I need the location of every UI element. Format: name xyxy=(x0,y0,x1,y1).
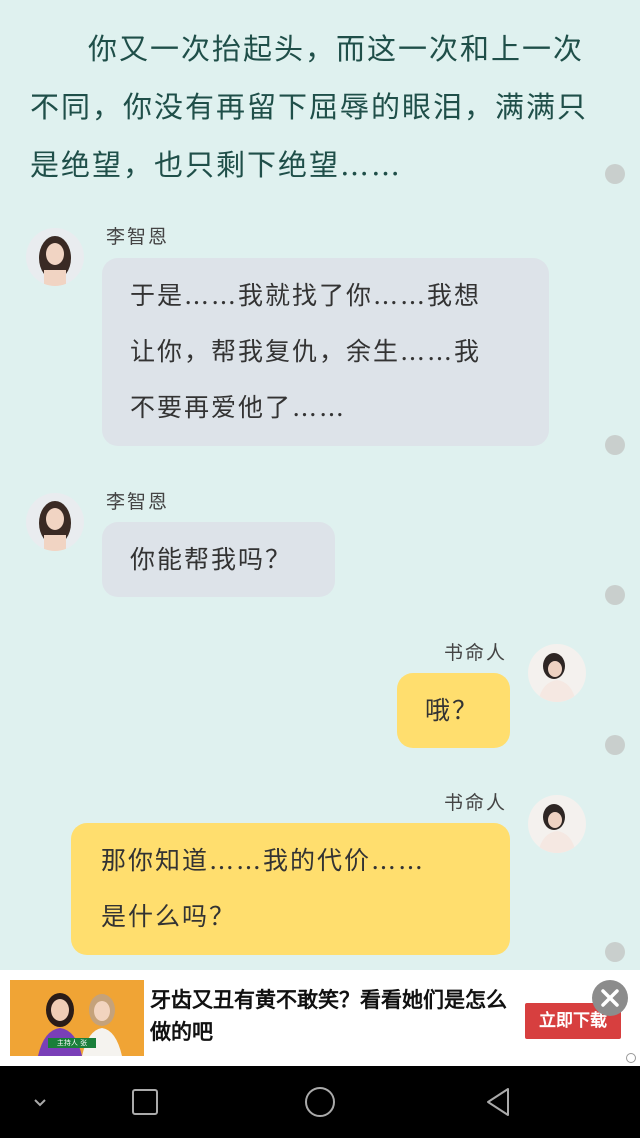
avatar-image xyxy=(26,493,84,551)
avatar-image xyxy=(528,644,586,702)
sender-name: 李智恩 xyxy=(106,226,170,248)
ad-thumb-caption: 主持人 张 xyxy=(48,1038,96,1048)
message-line: 于是……我就找了你……我想 xyxy=(130,281,482,310)
sender-name: 书命人 xyxy=(444,642,508,664)
message-line: 你能帮我吗？ xyxy=(130,545,293,574)
avatar-image xyxy=(528,795,586,853)
message-bubble[interactable]: 你能帮我吗？ xyxy=(102,522,335,597)
message-line: 那你知道……我的代价…… xyxy=(101,846,426,875)
avatar-image xyxy=(26,228,84,286)
message-bubble[interactable]: 哦？ xyxy=(397,673,510,748)
back-icon[interactable] xyxy=(480,1084,516,1120)
avatar-shuminren[interactable] xyxy=(528,795,586,853)
comment-dot[interactable] xyxy=(605,942,625,962)
message-line: 是什么吗？ xyxy=(101,902,237,931)
comment-dot[interactable] xyxy=(605,164,625,184)
avatar-lizhien[interactable] xyxy=(26,493,84,551)
sender-name: 书命人 xyxy=(444,792,508,814)
message-line: 让你，帮我复仇，余生……我 xyxy=(130,337,482,366)
close-icon[interactable] xyxy=(592,980,628,1016)
ad-thumbnail[interactable]: 主持人 张 xyxy=(10,980,144,1056)
avatar-lizhien[interactable] xyxy=(26,228,84,286)
comment-dot[interactable] xyxy=(605,735,625,755)
comment-dot[interactable] xyxy=(605,435,625,455)
ad-info-icon[interactable] xyxy=(626,1053,636,1063)
chevron-down-icon[interactable] xyxy=(22,1084,58,1120)
navigation-bar xyxy=(0,1066,640,1138)
home-icon[interactable] xyxy=(302,1084,338,1120)
avatar-shuminren[interactable] xyxy=(528,644,586,702)
message-bubble[interactable]: 于是……我就找了你……我想 让你，帮我复仇，余生……我 不要再爱他了…… xyxy=(102,258,549,446)
sender-name: 李智恩 xyxy=(106,491,170,513)
message-bubble[interactable]: 那你知道……我的代价…… 是什么吗？ xyxy=(71,823,510,955)
message-line: 哦？ xyxy=(425,696,480,725)
comment-dot[interactable] xyxy=(605,585,625,605)
message-line: 不要再爱他了…… xyxy=(130,393,347,422)
recent-apps-icon[interactable] xyxy=(127,1084,163,1120)
story-paragraph: 你又一次抬起头，而这一次和上一次不同，你没有再留下屈辱的眼泪，满满只是绝望，也只… xyxy=(30,32,589,182)
ad-headline[interactable]: 牙齿又丑有黄不敢笑？看看她们是怎么做的吧 xyxy=(150,984,510,1048)
